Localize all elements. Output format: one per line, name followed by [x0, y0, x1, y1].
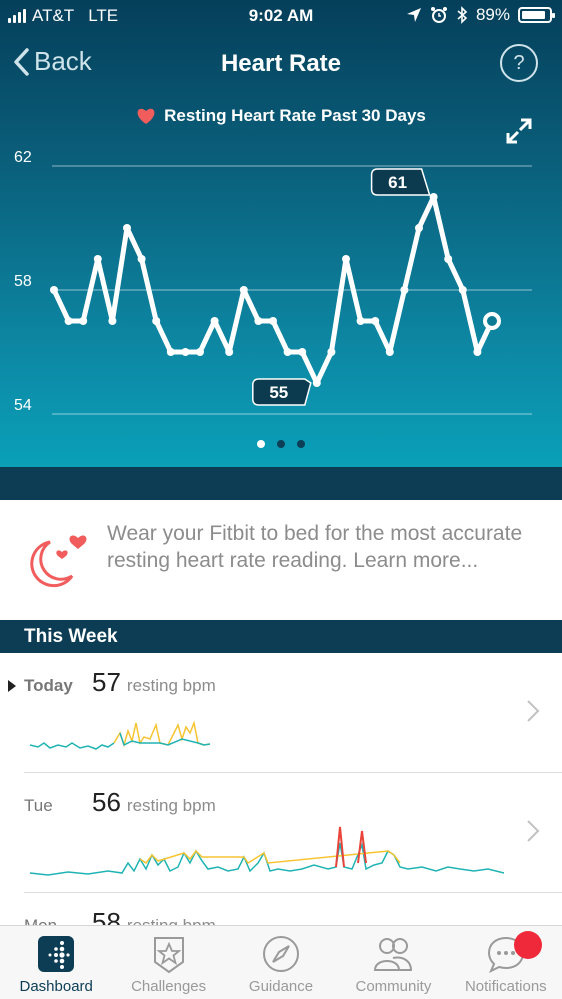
rhr-data-point	[64, 317, 73, 325]
y-tick-label: 62	[14, 149, 32, 166]
tab-notifications[interactable]: Notifications	[450, 926, 562, 999]
rhr-data-point	[137, 255, 146, 263]
rhr-data-point	[181, 348, 190, 356]
rhr-data-point	[123, 224, 131, 232]
rhr-data-point	[385, 348, 394, 356]
rhr-data-point	[312, 379, 321, 387]
y-tick-label: 58	[14, 273, 32, 290]
tab-bar: Dashboard Challenges Guidance Community …	[0, 925, 562, 999]
tue-heart-rate-sparkline	[29, 826, 505, 876]
dashboard-icon	[38, 936, 75, 972]
rhr-data-point	[342, 255, 350, 263]
alarm-icon	[430, 7, 447, 23]
row-bpm: 58 resting bpm	[92, 907, 216, 925]
rhr-data-point	[415, 224, 423, 232]
this-week-header: This Week	[0, 620, 562, 653]
bpm-unit: resting bpm	[126, 676, 216, 695]
battery-fill	[522, 11, 546, 19]
tab-label: Guidance	[248, 978, 314, 995]
nav-bar: Back Heart Rate ?	[0, 40, 562, 86]
rhr-data-point	[429, 193, 438, 201]
bluetooth-icon	[457, 6, 468, 24]
bpm-value: 56	[92, 787, 121, 817]
chart-title: Resting Heart Rate Past 30 Days	[0, 106, 562, 126]
annotation-label: 55	[269, 383, 288, 402]
page-title: Heart Rate	[220, 50, 342, 77]
star-badge-icon	[153, 937, 184, 974]
tab-guidance[interactable]: Guidance	[225, 926, 337, 999]
help-button[interactable]: ?	[500, 44, 538, 82]
rhr-data-point	[225, 348, 234, 356]
rhr-data-point	[283, 348, 292, 356]
tab-community[interactable]: Community	[337, 926, 449, 999]
page-dot-2[interactable]	[277, 440, 285, 448]
rhr-data-point	[196, 348, 204, 356]
rhr-data-point	[210, 317, 219, 325]
rhr-data-point	[108, 317, 117, 325]
tab-challenges[interactable]: Challenges	[112, 926, 224, 999]
rhr-data-point	[254, 317, 263, 325]
page-dot-3[interactable]	[297, 440, 305, 448]
bpm-unit: resting bpm	[126, 796, 216, 815]
sleep-tip-text[interactable]: Wear your Fitbit to bed for the most acc…	[107, 520, 532, 574]
annotation-label: 61	[388, 173, 407, 192]
rhr-data-point	[269, 317, 277, 325]
status-right: 89%	[406, 5, 555, 25]
row-day-label: Today	[24, 676, 73, 695]
current-day-marker	[8, 680, 16, 692]
rhr-data-point	[444, 255, 453, 263]
week-row-mon[interactable]: Mon 58 resting bpm	[24, 893, 562, 925]
page-indicator[interactable]	[0, 440, 562, 448]
tab-label: Challenges	[131, 978, 207, 995]
moon-hearts-icon	[30, 535, 87, 588]
tab-label: Community	[355, 978, 432, 995]
rhr-data-point	[79, 317, 88, 325]
rhr-data-point	[298, 348, 307, 356]
bpm-value: 58	[92, 907, 121, 925]
sleep-tip-card[interactable]: Wear your Fitbit to bed for the most acc…	[0, 500, 562, 620]
week-list: Today 57 resting bpm Tue 56 resting bpm Mo…	[0, 653, 562, 925]
tab-label: Notifications	[464, 978, 547, 995]
chevron-right-icon	[527, 820, 540, 842]
rhr-data-point	[327, 348, 336, 356]
rhr-data-point	[356, 317, 365, 325]
rhr-data-point	[473, 348, 482, 356]
rhr-data-point	[152, 317, 161, 325]
chart-title-text: Resting Heart Rate Past 30 Days	[164, 106, 426, 125]
battery-percent: 89%	[475, 5, 510, 24]
rhr-data-point	[400, 286, 409, 294]
row-day-label: Mon	[24, 916, 57, 925]
row-bpm: 56 resting bpm	[92, 787, 216, 818]
notification-badge	[513, 931, 542, 959]
resting-heart-rate-chart: 62 58 54 61 55	[14, 149, 532, 415]
bpm-unit: resting bpm	[127, 916, 216, 925]
rhr-data-point	[483, 312, 501, 330]
today-heart-rate-sparkline	[29, 720, 211, 750]
week-row-tue[interactable]: Tue 56 resting bpm	[24, 773, 562, 893]
row-bpm: 57 resting bpm	[92, 667, 216, 698]
compass-icon	[263, 936, 300, 972]
bpm-value: 57	[92, 667, 121, 697]
heart-rate-hero: AT&T LTE 9:02 AM 89% Back Heart Rate ? R…	[0, 0, 562, 467]
rhr-data-point	[50, 286, 58, 294]
rhr-data-point	[371, 317, 380, 325]
y-tick-label: 54	[14, 397, 32, 414]
row-day-label: Tue	[24, 796, 53, 815]
rhr-data-point	[93, 255, 102, 263]
battery-icon	[518, 7, 555, 23]
rhr-data-point	[239, 286, 248, 294]
tab-dashboard[interactable]: Dashboard	[0, 926, 112, 999]
chevron-right-icon	[527, 700, 540, 722]
rhr-data-point	[458, 286, 467, 294]
status-bar: AT&T LTE 9:02 AM 89%	[0, 0, 562, 32]
rhr-data-point	[166, 348, 175, 356]
tab-label: Dashboard	[19, 978, 93, 995]
page-dot-1[interactable]	[257, 440, 265, 448]
people-icon	[374, 938, 413, 971]
heart-icon	[137, 108, 155, 124]
week-row-today[interactable]: Today 57 resting bpm	[8, 653, 562, 773]
location-icon	[406, 8, 421, 22]
divider-band	[0, 467, 562, 500]
